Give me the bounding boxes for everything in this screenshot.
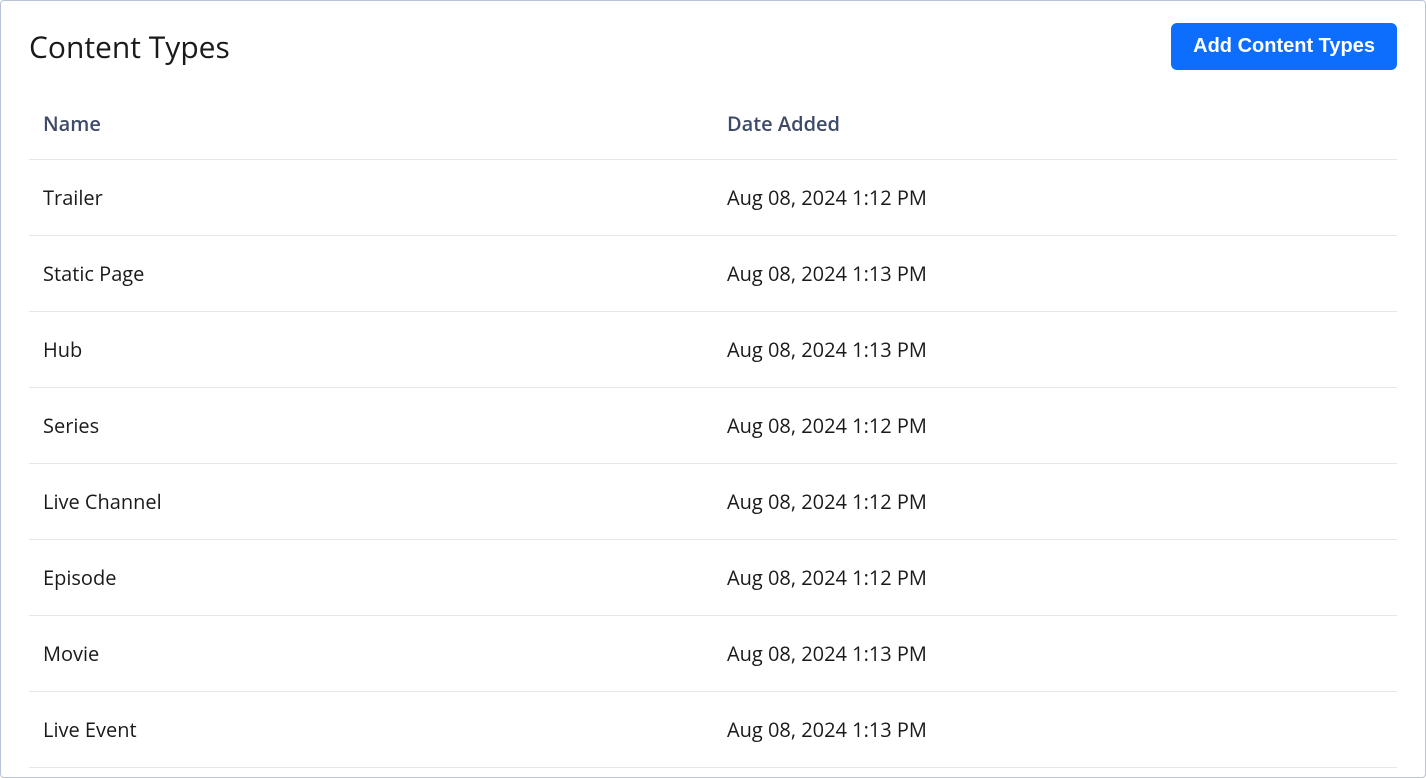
table-header-row: Name Date Added <box>29 110 1397 160</box>
cell-date: Aug 08, 2024 1:12 PM <box>713 540 1397 616</box>
cell-name: Static Page <box>29 236 713 312</box>
table-row[interactable]: Trailer Aug 08, 2024 1:12 PM <box>29 160 1397 236</box>
cell-name: Trailer <box>29 160 713 236</box>
table-row[interactable]: Series Aug 08, 2024 1:12 PM <box>29 388 1397 464</box>
cell-name: Hub <box>29 312 713 388</box>
table-row[interactable]: Movie Aug 08, 2024 1:13 PM <box>29 616 1397 692</box>
table-row[interactable]: Hub Aug 08, 2024 1:13 PM <box>29 312 1397 388</box>
content-types-panel: Content Types Add Content Types Name Dat… <box>0 0 1426 778</box>
table-row[interactable]: Episode Aug 08, 2024 1:12 PM <box>29 540 1397 616</box>
page-title: Content Types <box>29 26 230 67</box>
cell-date: Aug 08, 2024 1:12 PM <box>713 388 1397 464</box>
table-row[interactable]: Live Event Aug 08, 2024 1:13 PM <box>29 692 1397 768</box>
cell-date: Aug 08, 2024 1:13 PM <box>713 692 1397 768</box>
cell-name: Live Channel <box>29 464 713 540</box>
panel-header: Content Types Add Content Types <box>29 23 1397 70</box>
cell-name: Episode <box>29 540 713 616</box>
cell-name: Movie <box>29 616 713 692</box>
cell-date: Aug 08, 2024 1:12 PM <box>713 160 1397 236</box>
column-header-date[interactable]: Date Added <box>713 110 1397 160</box>
cell-date: Aug 08, 2024 1:12 PM <box>713 464 1397 540</box>
content-types-table: Name Date Added Trailer Aug 08, 2024 1:1… <box>29 110 1397 768</box>
add-content-types-button[interactable]: Add Content Types <box>1171 23 1397 70</box>
cell-date: Aug 08, 2024 1:13 PM <box>713 236 1397 312</box>
cell-date: Aug 08, 2024 1:13 PM <box>713 312 1397 388</box>
cell-name: Live Event <box>29 692 713 768</box>
cell-name: Series <box>29 388 713 464</box>
cell-date: Aug 08, 2024 1:13 PM <box>713 616 1397 692</box>
table-row[interactable]: Live Channel Aug 08, 2024 1:12 PM <box>29 464 1397 540</box>
table-row[interactable]: Static Page Aug 08, 2024 1:13 PM <box>29 236 1397 312</box>
column-header-name[interactable]: Name <box>29 110 713 160</box>
